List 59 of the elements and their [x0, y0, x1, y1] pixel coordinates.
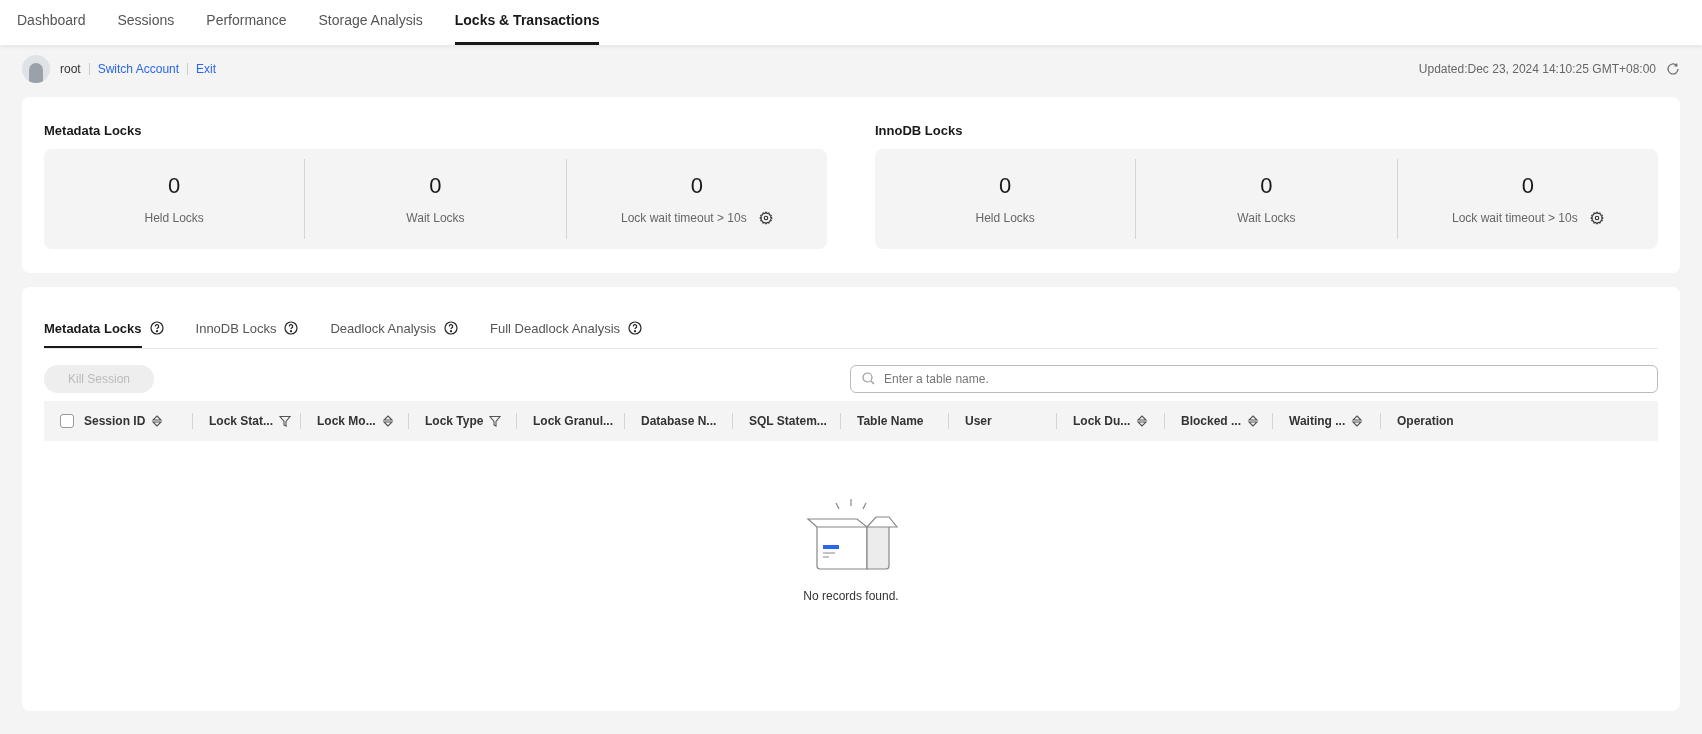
filter-icon[interactable] [489, 415, 502, 427]
nav-tab[interactable]: Dashboard [17, 10, 86, 45]
column-header: Database N... [641, 413, 717, 430]
empty-message: No records found. [803, 588, 899, 605]
sort-icon[interactable] [1247, 415, 1260, 427]
account-link[interactable]: Exit [196, 60, 217, 78]
section-title: InnoDB Locks [875, 122, 964, 140]
select-all-checkbox[interactable] [60, 414, 74, 428]
column-header: Lock Mo... [317, 413, 376, 430]
nav-tab[interactable]: Performance [206, 10, 287, 45]
stat-value: 0 [1260, 171, 1273, 200]
help-icon [628, 321, 643, 336]
stat-label: Held Locks [975, 209, 1035, 227]
stat-value: 0 [999, 171, 1012, 200]
column-header: Session ID [84, 413, 146, 430]
section-title: Metadata Locks [44, 122, 143, 140]
sort-icon[interactable] [1351, 415, 1364, 427]
nav-tab[interactable]: Sessions [117, 10, 175, 45]
column-header: SQL Statem... [749, 413, 827, 430]
account-link[interactable]: Switch Account [97, 60, 180, 78]
sort-icon[interactable] [151, 415, 164, 427]
column-header: User [965, 413, 992, 430]
stat-value: 0 [429, 171, 442, 200]
nav-tab[interactable]: Storage Analysis [318, 10, 423, 45]
sort-icon[interactable] [381, 415, 394, 427]
stat-value: 0 [690, 171, 703, 200]
column-header: Operation [1397, 413, 1454, 430]
avatar-icon [22, 55, 50, 83]
detail-tab[interactable]: Metadata Locks [44, 316, 142, 348]
detail-tab[interactable]: Full Deadlock Analysis [490, 316, 621, 348]
stat-label: Lock wait timeout > 10s [1451, 209, 1578, 227]
stat-value: 0 [168, 171, 181, 200]
nav-tab[interactable]: Locks & Transactions [454, 10, 600, 45]
search-icon [862, 372, 875, 385]
column-header: Waiting ... [1289, 413, 1346, 430]
settings-icon[interactable] [1589, 210, 1604, 225]
help-icon [284, 321, 299, 336]
column-header: Lock Granul... [533, 413, 613, 430]
stat-label: Wait Locks [406, 209, 465, 227]
detail-tab[interactable]: Deadlock Analysis [330, 316, 436, 348]
column-header: Blocked ... [1181, 413, 1242, 430]
stat-label: Wait Locks [1237, 209, 1296, 227]
user-name: root [60, 61, 81, 78]
column-header: Lock Du... [1073, 413, 1131, 430]
column-header: Lock Stat... [209, 413, 273, 430]
settings-icon[interactable] [758, 210, 773, 225]
updated-time: Updated:Dec 23, 2024 14:10:25 GMT+08:00 [1418, 61, 1656, 78]
sort-icon[interactable] [1136, 415, 1149, 427]
detail-tab[interactable]: InnoDB Locks [195, 316, 277, 348]
column-header: Table Name [857, 413, 924, 430]
column-header: Lock Type [425, 413, 484, 430]
refresh-icon[interactable] [1666, 62, 1680, 76]
help-icon [149, 321, 164, 336]
search-field[interactable]: Enter a table name. [850, 365, 1658, 393]
help-icon [444, 321, 458, 336]
stat-value: 0 [1521, 171, 1534, 200]
stat-label: Held Locks [144, 209, 204, 227]
filter-icon[interactable] [279, 415, 291, 427]
stat-label: Lock wait timeout > 10s [620, 209, 747, 227]
